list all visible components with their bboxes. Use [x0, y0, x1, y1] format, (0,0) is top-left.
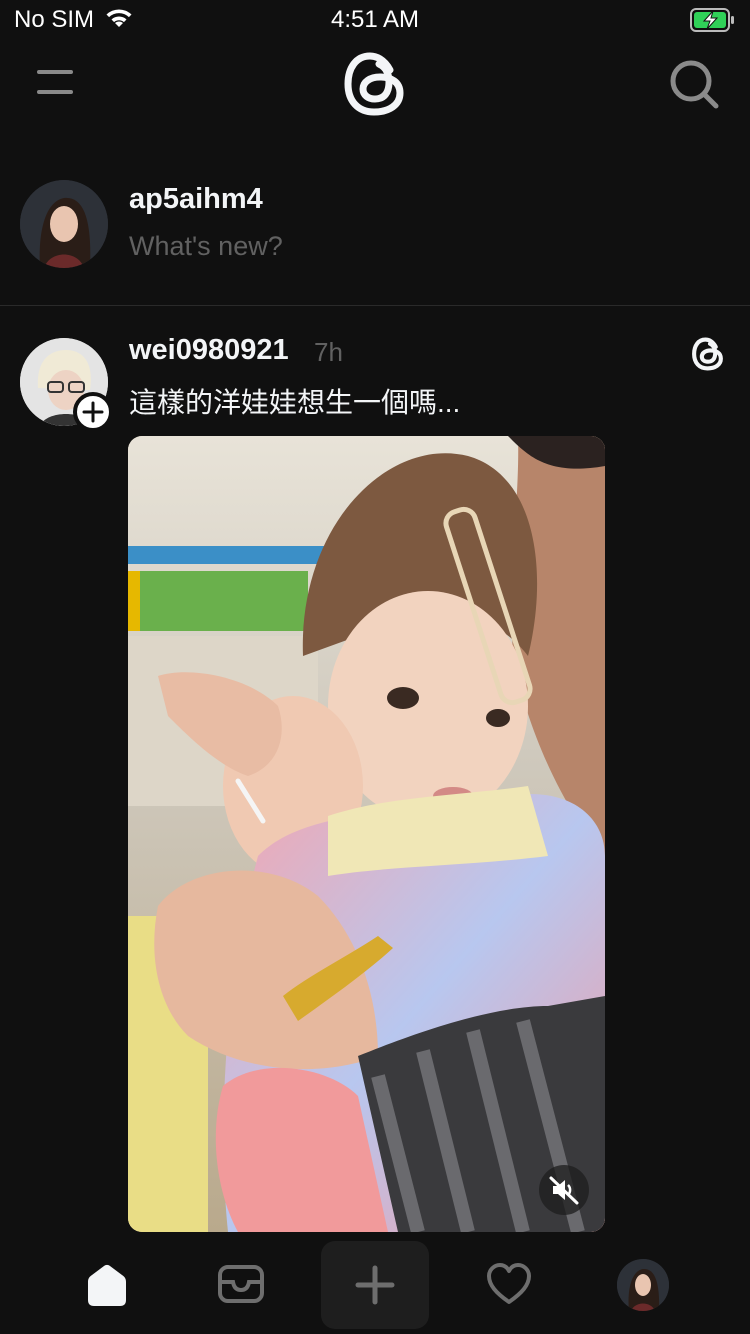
- follow-button[interactable]: [73, 392, 113, 432]
- composer-avatar[interactable]: [20, 180, 108, 268]
- plus-icon: [355, 1265, 395, 1305]
- threads-logo-icon[interactable]: [690, 335, 726, 373]
- post-text: 這樣的洋娃娃想生一個嗎...: [129, 387, 461, 418]
- speaker-muted-icon: [549, 1176, 579, 1205]
- status-bar: No SIM 4:51 AM: [0, 0, 750, 40]
- heart-icon[interactable]: [486, 1262, 532, 1306]
- plus-icon: [82, 401, 104, 423]
- home-icon[interactable]: [84, 1262, 130, 1308]
- battery-charging-icon: [690, 8, 734, 32]
- post-video[interactable]: [128, 436, 605, 1232]
- clock: 4:51 AM: [330, 6, 420, 33]
- composer-username: ap5aihm4: [129, 183, 263, 215]
- profile-avatar[interactable]: [617, 1259, 669, 1311]
- create-post-button[interactable]: [321, 1241, 429, 1329]
- divider: [0, 305, 750, 306]
- hamburger-menu-icon[interactable]: [37, 68, 75, 98]
- inbox-icon[interactable]: [217, 1262, 265, 1306]
- video-frame: [128, 436, 605, 1232]
- composer-prompt[interactable]: What's new?: [129, 231, 283, 262]
- threads-logo-icon[interactable]: [340, 48, 410, 120]
- mute-button[interactable]: [539, 1165, 589, 1215]
- post-timestamp: 7h: [314, 337, 343, 367]
- search-icon[interactable]: [668, 58, 720, 110]
- post-username[interactable]: wei0980921: [129, 334, 289, 367]
